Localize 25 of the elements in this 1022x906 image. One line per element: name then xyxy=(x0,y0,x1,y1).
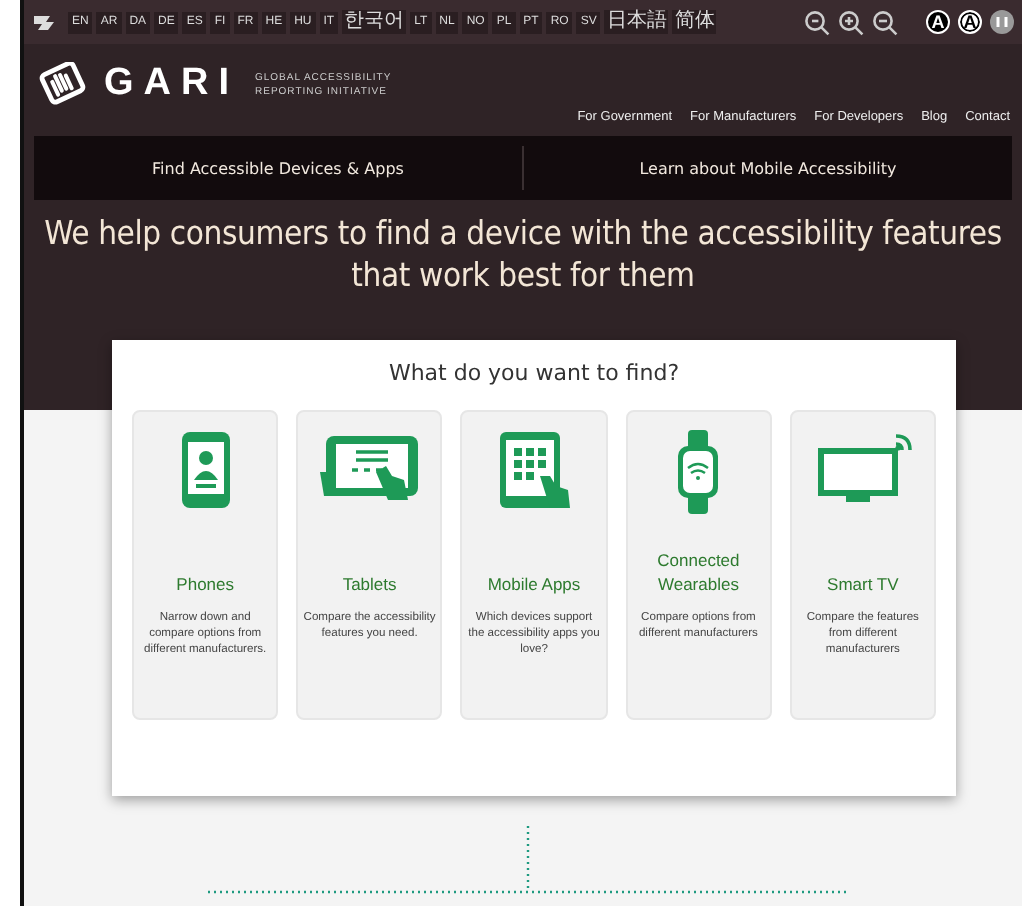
tablet-touch-icon xyxy=(319,436,418,500)
category-title: Connected Wearables xyxy=(655,548,742,596)
nav-tab[interactable]: Find Accessible Devices & Apps xyxy=(34,136,522,200)
pause-icon[interactable] xyxy=(990,10,1014,34)
zoom-out-icon[interactable] xyxy=(872,9,898,35)
smartwatch-icon xyxy=(678,430,719,514)
zoom-reset-icon[interactable] xyxy=(804,9,830,35)
app-grid-touch-icon xyxy=(500,432,570,508)
smart-tv-icon xyxy=(818,434,913,502)
language-link[interactable]: 日本語 xyxy=(604,10,669,34)
logo-name: GARI xyxy=(104,62,239,106)
phone-icon xyxy=(181,432,230,508)
nav-tab[interactable]: Learn about Mobile Accessibility xyxy=(524,136,1012,200)
contrast-button[interactable]: A xyxy=(926,10,950,34)
category-title: Phones xyxy=(176,572,235,596)
headline: We help consumers to find a device with the accessibility features that work best for them xyxy=(42,212,1004,296)
finder-title: What do you want to find? xyxy=(386,360,682,386)
language-link[interactable]: 한국어 xyxy=(342,10,407,34)
zoom-in-icon[interactable] xyxy=(838,9,864,35)
hand-logo-icon xyxy=(36,62,88,106)
category-title: Tablets xyxy=(342,572,397,596)
category-title: Mobile Apps xyxy=(487,572,581,596)
contrast-button[interactable]: A xyxy=(958,10,982,34)
category-title: Smart TV xyxy=(827,572,899,596)
language-link[interactable]: 简体 xyxy=(672,10,717,34)
